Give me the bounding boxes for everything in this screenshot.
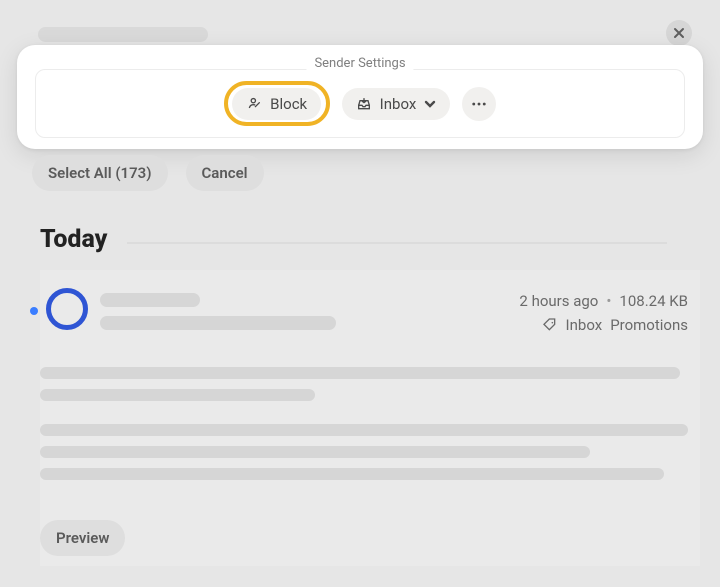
tag-icon (542, 317, 558, 333)
more-icon (470, 95, 488, 113)
body-line-placeholder (40, 367, 680, 379)
message-labels: Inbox Promotions (542, 316, 688, 334)
section-title: Today (40, 227, 123, 252)
block-icon (246, 96, 262, 112)
close-button[interactable] (666, 20, 692, 46)
inbox-icon (356, 96, 372, 112)
panel-row: Block Inbox (36, 70, 684, 137)
block-button[interactable]: Block (232, 88, 321, 120)
sender-line-placeholder (100, 293, 200, 307)
label-inbox: Inbox (566, 316, 603, 334)
message-size: 108.24 KB (619, 292, 688, 310)
select-all-button[interactable]: Select All (173) (32, 155, 168, 191)
block-label: Block (270, 95, 307, 113)
body-line-placeholder (40, 389, 315, 401)
more-button[interactable] (462, 87, 496, 121)
meta-separator: • (606, 292, 611, 310)
cancel-button[interactable]: Cancel (186, 155, 264, 191)
chevron-down-icon (424, 98, 436, 110)
move-to-button[interactable]: Inbox (342, 88, 451, 120)
message-time: 2 hours ago (519, 292, 598, 310)
move-to-label: Inbox (380, 95, 417, 113)
section-rule (127, 242, 667, 244)
preview-button[interactable]: Preview (40, 520, 125, 556)
message-meta: 2 hours ago • 108.24 KB (519, 292, 688, 310)
block-highlight-ring: Block (224, 81, 330, 126)
bulk-action-row: Select All (173) Cancel (32, 155, 264, 191)
sender-settings-inner: Sender Settings Block Inbo (35, 69, 685, 138)
body-line-placeholder (40, 468, 664, 480)
section-header: Today (40, 227, 690, 252)
close-icon (673, 27, 685, 39)
avatar-ring[interactable] (46, 288, 88, 330)
body-line-placeholder (40, 446, 590, 458)
panel-title: Sender Settings (306, 56, 413, 71)
unread-indicator (30, 307, 38, 315)
body-line-placeholder (40, 424, 688, 436)
label-promotions: Promotions (610, 316, 688, 334)
sender-settings-panel: Sender Settings Block Inbo (17, 45, 703, 149)
subject-placeholder (100, 316, 336, 330)
message-card[interactable]: 2 hours ago • 108.24 KB Inbox Promotions… (40, 270, 700, 566)
sender-name-placeholder (38, 27, 208, 42)
